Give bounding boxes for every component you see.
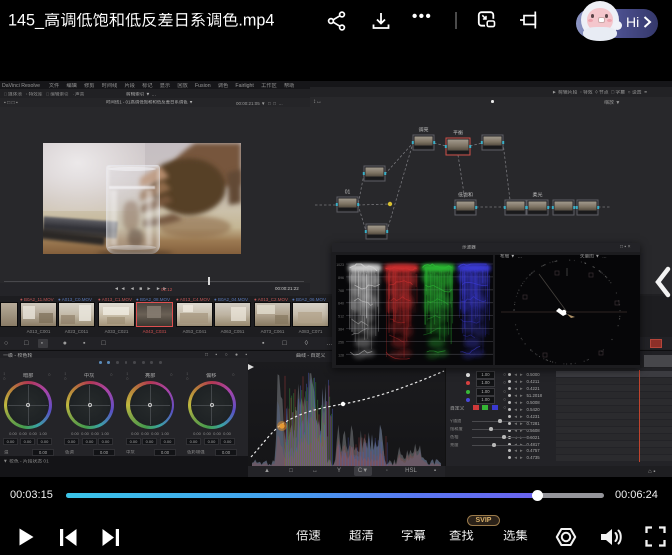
- svg-text:▼: ▼: [3, 459, 9, 464]
- svg-text:∙: ∙: [69, 92, 75, 97]
- svg-text:-: -: [13, 353, 17, 359]
- svg-text:Fusion: Fusion: [188, 83, 218, 89]
- svg-text:896: 896: [338, 276, 344, 280]
- svg-text:○: ○: [625, 90, 632, 95]
- svg-text:□: □: [609, 90, 616, 95]
- svg-text:-: -: [19, 459, 23, 464]
- svg-text:▼ …: ▼ …: [144, 92, 156, 97]
- svg-text:▼ …: ▼ …: [594, 254, 607, 259]
- svg-text:145_: 145_: [8, 13, 45, 30]
- svg-text:768: 768: [338, 289, 344, 293]
- svg-text:≡: ≡: [642, 90, 648, 95]
- svg-text:□: □: [4, 92, 8, 97]
- svg-text:◦: ◦: [577, 90, 583, 95]
- svg-text:□: □: [42, 92, 50, 97]
- svg-text:01: 01: [42, 459, 49, 465]
- svg-text:1 - 01: 1 - 01: [120, 100, 132, 104]
- svg-text:640: 640: [338, 302, 344, 306]
- svg-text:DaVinci Resolve: DaVinci Resolve: [2, 83, 49, 89]
- svg-text:512: 512: [338, 315, 344, 319]
- svg-text:▼: ▼: [188, 100, 194, 104]
- svg-text:1023: 1023: [336, 263, 344, 267]
- svg-text:256: 256: [338, 340, 344, 344]
- svg-text:◊: ◊: [593, 90, 599, 96]
- svg-text:◦: ◦: [22, 92, 29, 97]
- svg-text:-: -: [306, 353, 310, 359]
- svg-text:384: 384: [338, 328, 344, 332]
- svg-text:.mp4: .mp4: [238, 13, 274, 30]
- svg-text:Fairlight: Fairlight: [228, 83, 261, 89]
- svg-text:▼ …: ▼ …: [509, 254, 522, 259]
- svg-text:01: 01: [345, 189, 351, 195]
- svg-text:►: ►: [552, 90, 558, 95]
- svg-text:128: 128: [338, 353, 344, 357]
- svg-text:▼: ▼: [614, 100, 620, 106]
